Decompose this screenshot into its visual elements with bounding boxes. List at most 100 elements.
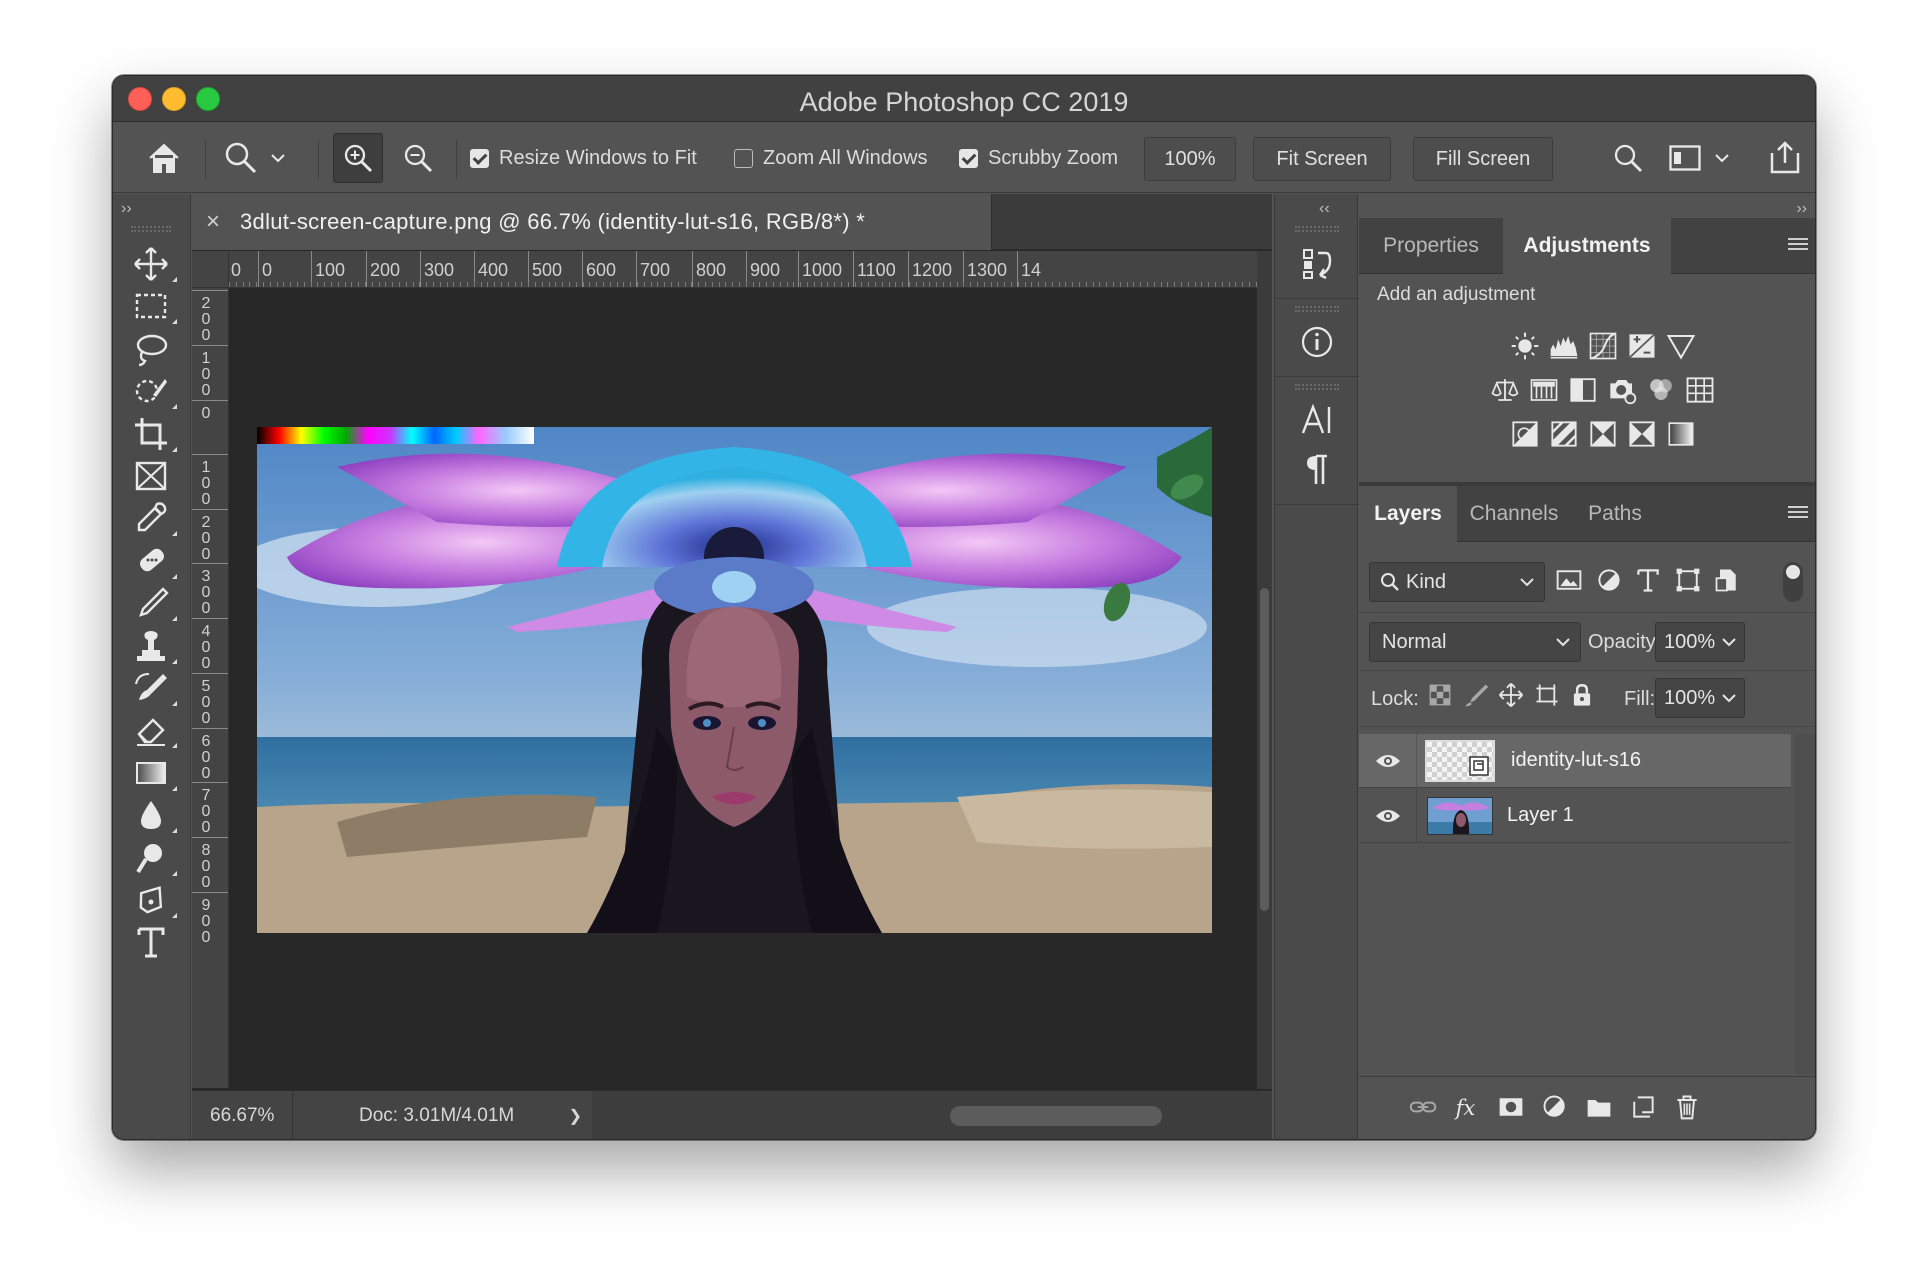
panel-menu-button[interactable] (1787, 236, 1809, 252)
zoom-level-field[interactable]: 66.67% (192, 1091, 292, 1139)
share-button[interactable] (1765, 123, 1805, 193)
lock-position-button[interactable] (1498, 682, 1528, 712)
collapse-toolbar-button[interactable]: ›› (121, 200, 132, 218)
new-group-button[interactable] (1585, 1093, 1617, 1125)
grip-handle[interactable] (1295, 306, 1339, 312)
grip-handle[interactable] (1295, 384, 1339, 390)
gradient-tool[interactable] (131, 753, 177, 793)
filter-pixel-layers-button[interactable] (1555, 566, 1587, 598)
fill-screen-button[interactable]: Fill Screen (1413, 137, 1553, 181)
dodge-tool[interactable] (131, 838, 177, 878)
document-image[interactable] (257, 427, 1212, 933)
layer-row[interactable]: identity-lut-s16 (1359, 733, 1791, 788)
black-white-button[interactable] (1565, 372, 1601, 408)
grip-handle[interactable] (131, 226, 171, 232)
tab-channels[interactable]: Channels (1457, 486, 1571, 542)
fx-button[interactable]: fx (1453, 1093, 1485, 1125)
zoom-in-button[interactable] (333, 133, 383, 183)
lock-image-pixels-button[interactable] (1463, 682, 1493, 712)
layer-filter-select[interactable]: Kind (1369, 562, 1545, 602)
curves-button[interactable] (1585, 328, 1621, 364)
home-button[interactable] (141, 123, 187, 193)
collapse-right-dock-button[interactable]: ›› (1796, 200, 1807, 218)
clone-stamp-tool[interactable] (131, 626, 177, 666)
delete-layer-button[interactable] (1673, 1093, 1705, 1125)
layer-thumbnail[interactable] (1427, 796, 1493, 835)
scrubby-zoom-checkbox[interactable]: Scrubby Zoom (959, 123, 1118, 193)
hue-saturation-button[interactable] (1526, 372, 1562, 408)
threshold-button[interactable] (1585, 416, 1621, 452)
vertical-scrollbar[interactable] (1257, 251, 1272, 1089)
invert-button[interactable] (1507, 416, 1543, 452)
info-panel-button[interactable] (1295, 320, 1339, 364)
layer-thumbnail[interactable] (1425, 739, 1495, 782)
frame-tool[interactable] (131, 456, 171, 496)
posterize-button[interactable] (1546, 416, 1582, 452)
healing-brush-tool[interactable] (131, 541, 177, 581)
blur-tool[interactable] (131, 795, 177, 835)
exposure-button[interactable] (1624, 328, 1660, 364)
status-menu-arrow[interactable]: ❯ (569, 1106, 582, 1126)
blend-mode-select[interactable]: Normal (1369, 622, 1581, 662)
tab-layers[interactable]: Layers (1359, 486, 1457, 542)
add-mask-button[interactable] (1497, 1093, 1529, 1125)
tab-paths[interactable]: Paths (1571, 486, 1659, 542)
history-panel-button[interactable] (1295, 242, 1339, 286)
color-balance-button[interactable] (1487, 372, 1523, 408)
lasso-tool[interactable] (131, 329, 171, 369)
selective-color-button[interactable] (1624, 416, 1660, 452)
paragraph-panel-button[interactable] (1295, 448, 1339, 492)
doc-size-info[interactable]: Doc: 3.01M/4.01M ❯ (292, 1091, 592, 1139)
lock-transparent-pixels-button[interactable] (1427, 682, 1457, 712)
close-tab-button[interactable]: × (206, 208, 220, 236)
eyedropper-tool[interactable] (131, 498, 177, 538)
layer-name[interactable]: Layer 1 (1507, 804, 1574, 827)
resize-windows-checkbox[interactable]: Resize Windows to Fit (470, 123, 697, 193)
pen-tool[interactable] (131, 880, 177, 920)
link-layers-button[interactable] (1409, 1093, 1441, 1125)
channel-mixer-button[interactable] (1643, 372, 1679, 408)
brightness-contrast-button[interactable] (1507, 328, 1543, 364)
vibrance-button[interactable] (1663, 328, 1699, 364)
fit-screen-button[interactable]: Fit Screen (1253, 137, 1391, 181)
layer-row[interactable]: Layer 1 (1359, 788, 1791, 843)
document-tab[interactable]: × 3dlut-screen-capture.png @ 66.7% (iden… (192, 194, 992, 250)
filter-adjustment-layers-button[interactable] (1595, 566, 1627, 598)
layers-menu-button[interactable] (1787, 504, 1809, 520)
move-tool[interactable] (131, 244, 177, 284)
zoom-out-button[interactable] (393, 123, 443, 193)
new-adjustment-button[interactable] (1541, 1093, 1573, 1125)
scroll-thumb[interactable] (1260, 588, 1269, 911)
marquee-tool[interactable] (131, 286, 177, 326)
lock-artboard-button[interactable] (1534, 682, 1564, 712)
filter-smart-objects-button[interactable] (1713, 566, 1745, 598)
tab-properties[interactable]: Properties (1359, 218, 1503, 274)
lock-all-button[interactable] (1569, 682, 1599, 712)
gradient-map-button[interactable] (1663, 416, 1699, 452)
layer-visibility-toggle[interactable] (1359, 733, 1417, 788)
filter-type-layers-button[interactable] (1634, 566, 1666, 598)
filter-toggle[interactable] (1783, 562, 1803, 602)
canvas-area[interactable] (229, 288, 1259, 1088)
brush-tool[interactable] (131, 583, 177, 623)
horizontal-scroll-thumb[interactable] (950, 1106, 1162, 1126)
search-button[interactable] (1608, 123, 1648, 193)
collapse-dock-button[interactable]: ‹‹ (1319, 200, 1330, 218)
eraser-tool[interactable] (131, 710, 177, 750)
new-layer-button[interactable] (1629, 1093, 1661, 1125)
layer-name[interactable]: identity-lut-s16 (1511, 749, 1641, 772)
tab-adjustments[interactable]: Adjustments (1503, 218, 1671, 274)
grip-handle[interactable] (1295, 226, 1339, 232)
levels-button[interactable] (1546, 328, 1582, 364)
layer-visibility-toggle[interactable] (1359, 788, 1417, 843)
workspace-switcher[interactable] (1669, 123, 1749, 193)
quick-selection-tool[interactable] (131, 371, 177, 411)
history-brush-tool[interactable] (131, 668, 177, 708)
color-lookup-button[interactable] (1682, 372, 1718, 408)
photo-filter-button[interactable] (1604, 372, 1640, 408)
type-tool[interactable] (131, 922, 171, 962)
filter-shape-layers-button[interactable] (1674, 566, 1706, 598)
character-panel-button[interactable] (1295, 398, 1339, 442)
fill-field[interactable]: 100% (1655, 678, 1745, 718)
tool-preset-picker[interactable] (223, 123, 303, 193)
